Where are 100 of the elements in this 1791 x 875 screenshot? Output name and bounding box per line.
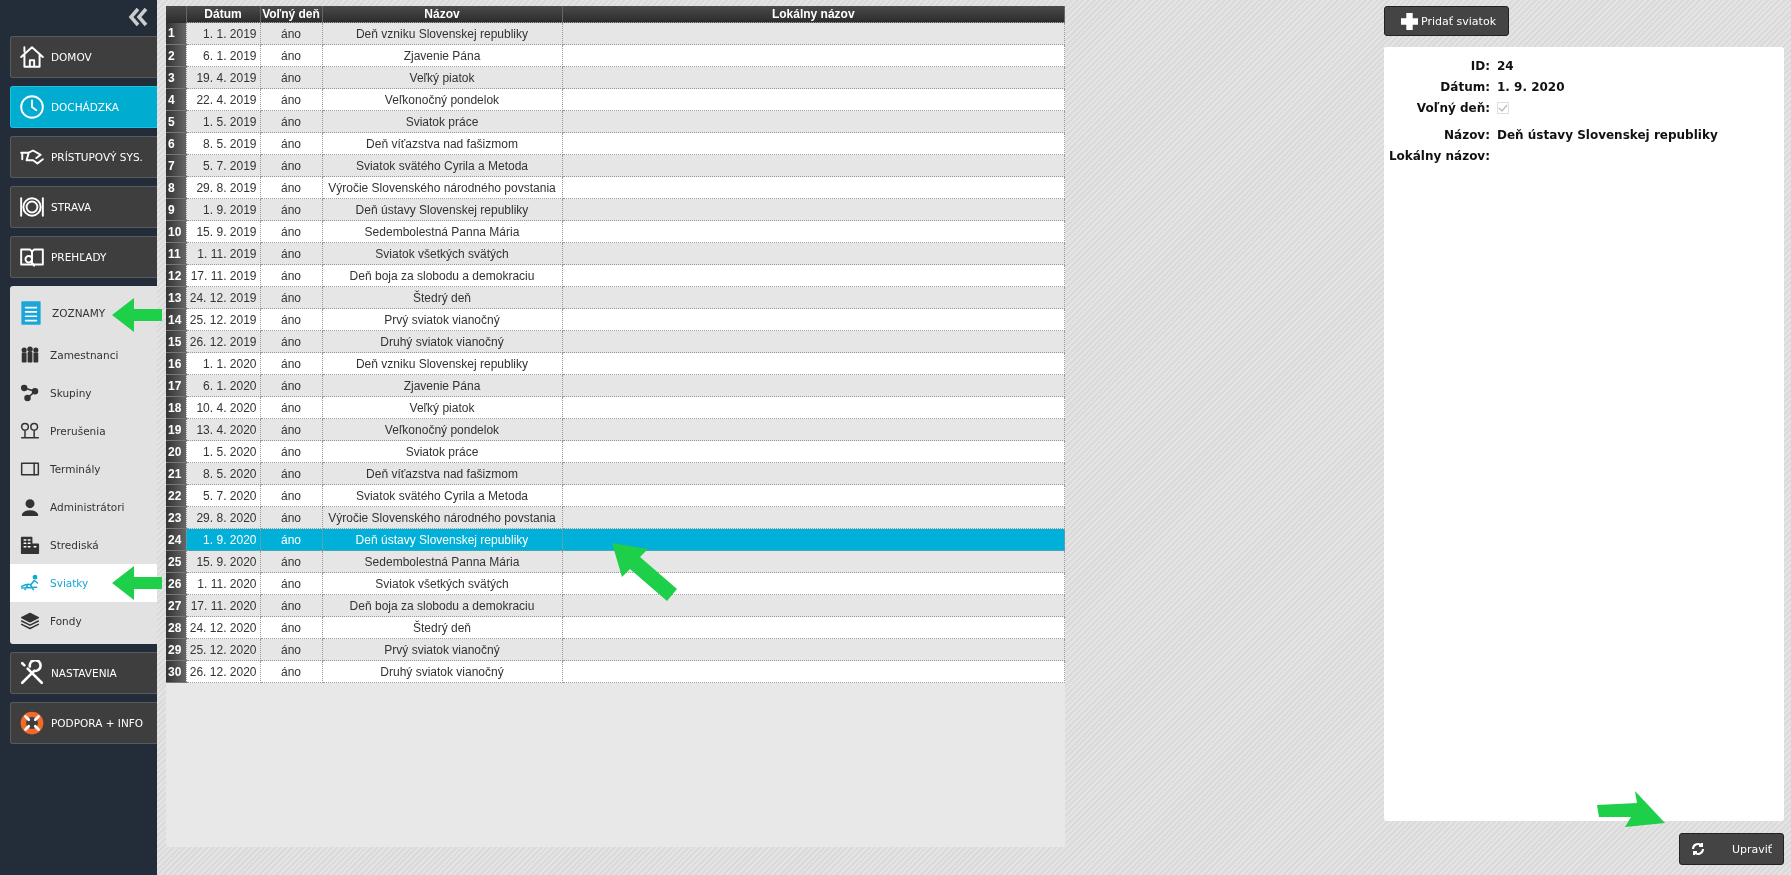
- column-header[interactable]: Názov: [322, 6, 562, 23]
- menu-item[interactable]: PODPORA + INFO: [10, 702, 157, 744]
- submenu-item[interactable]: Administrátori: [10, 488, 157, 526]
- table-cell[interactable]: Výročie Slovenského národného povstania: [322, 506, 562, 529]
- menu-item[interactable]: PRÍSTUPOVÝ SYS.: [10, 136, 157, 178]
- table-cell[interactable]: 6. 1. 2020: [186, 374, 260, 397]
- submenu-item[interactable]: Strediská: [10, 526, 157, 564]
- table-cell[interactable]: Veľkonočný pondelok: [322, 88, 562, 111]
- menu-item[interactable]: PREHĽADY: [10, 236, 157, 278]
- table-cell[interactable]: 15. 9. 2019: [186, 220, 260, 243]
- row-number: 13: [166, 286, 186, 309]
- plus-icon: [1401, 12, 1418, 30]
- submenu-item[interactable]: Fondy: [10, 602, 157, 640]
- table-cell[interactable]: 15. 9. 2020: [186, 550, 260, 573]
- column-header[interactable]: Dátum: [186, 6, 260, 23]
- table-cell[interactable]: 29. 8. 2019: [186, 176, 260, 199]
- plate-icon: [19, 194, 45, 220]
- table-cell[interactable]: 22. 4. 2019: [186, 88, 260, 111]
- table-cell[interactable]: 25. 12. 2019: [186, 308, 260, 331]
- table-cell[interactable]: 1. 11. 2020: [186, 572, 260, 595]
- table-cell[interactable]: Veľký piatok: [322, 396, 562, 419]
- table-cell[interactable]: Sviatok svätého Cyrila a Metoda: [322, 484, 562, 507]
- table-cell[interactable]: Výročie Slovenského národného povstania: [322, 176, 562, 199]
- menu-item[interactable]: NASTAVENIA: [10, 652, 157, 694]
- table-cell[interactable]: 13. 4. 2020: [186, 418, 260, 441]
- table-cell[interactable]: 6. 1. 2019: [186, 44, 260, 67]
- row-number: 8: [166, 176, 186, 199]
- table-cell[interactable]: Deň víťazstva nad fašizmom: [322, 462, 562, 485]
- table-cell[interactable]: 26. 12. 2020: [186, 660, 260, 683]
- table-cell[interactable]: 17. 11. 2020: [186, 594, 260, 617]
- table-cell[interactable]: Deň ústavy Slovenskej republiky: [322, 198, 562, 221]
- clock-icon: [19, 94, 45, 120]
- table-cell[interactable]: Veľkonočný pondelok: [322, 418, 562, 441]
- table-cell[interactable]: 1. 11. 2019: [186, 242, 260, 265]
- row-number: 24: [166, 528, 186, 551]
- table-cell[interactable]: Druhý sviatok vianočný: [322, 660, 562, 683]
- table-cell[interactable]: 5. 7. 2020: [186, 484, 260, 507]
- table-cell[interactable]: 1. 5. 2020: [186, 440, 260, 463]
- table-cell[interactable]: Prvý sviatok vianočný: [322, 638, 562, 661]
- table-cell[interactable]: Deň boja za slobodu a demokraciu: [322, 594, 562, 617]
- table-cell[interactable]: 29. 8. 2020: [186, 506, 260, 529]
- table-cell[interactable]: Druhý sviatok vianočný: [322, 330, 562, 353]
- table-cell[interactable]: Sviatok všetkých svätých: [322, 242, 562, 265]
- menu-group-header[interactable]: ZOZNAMY: [10, 290, 110, 336]
- table-cell[interactable]: Sedembolestná Panna Mária: [322, 550, 562, 573]
- row-number: 25: [166, 550, 186, 573]
- building-icon: [20, 535, 40, 555]
- table-cell[interactable]: 1. 9. 2019: [186, 198, 260, 221]
- add-holiday-button[interactable]: Pridať sviatok: [1384, 6, 1509, 36]
- table-cell[interactable]: Sedembolestná Panna Mária: [322, 220, 562, 243]
- row-number: 11: [166, 242, 186, 265]
- table-cell[interactable]: 1. 5. 2019: [186, 110, 260, 133]
- table-cell[interactable]: 5. 7. 2019: [186, 154, 260, 177]
- table-cell[interactable]: Zjavenie Pána: [322, 374, 562, 397]
- table-cell[interactable]: Deň boja za slobodu a demokraciu: [322, 264, 562, 287]
- field-label: ID:: [1469, 58, 1490, 75]
- collapse-button[interactable]: [127, 6, 149, 28]
- table-cell[interactable]: 1. 1. 2020: [186, 352, 260, 375]
- field-value: 24: [1497, 58, 1515, 75]
- row-number: 16: [166, 352, 186, 375]
- column-header[interactable]: Lokálny názov: [562, 6, 1065, 23]
- refresh-icon: [1690, 841, 1706, 857]
- menu-item[interactable]: STRAVA: [10, 186, 157, 228]
- table-cell[interactable]: Deň vzniku Slovenskej republiky: [322, 352, 562, 375]
- menu-item[interactable]: DOMOV: [10, 36, 157, 78]
- table-cell[interactable]: Prvý sviatok vianočný: [322, 308, 562, 331]
- row-number: 6: [166, 132, 186, 155]
- table-cell[interactable]: Štedrý deň: [322, 286, 562, 309]
- table-cell[interactable]: Sviatok práce: [322, 440, 562, 463]
- table-cell[interactable]: Sviatok všetkých svätých: [322, 572, 562, 595]
- table-cell[interactable]: 25. 12. 2020: [186, 638, 260, 661]
- edit-button[interactable]: Upraviť: [1679, 833, 1784, 865]
- table-cell[interactable]: Veľký piatok: [322, 66, 562, 89]
- row-number: 10: [166, 220, 186, 243]
- submenu-item[interactable]: Zamestnanci: [10, 336, 157, 374]
- table-cell[interactable]: Deň víťazstva nad fašizmom: [322, 132, 562, 155]
- submenu-item[interactable]: Terminály: [10, 450, 157, 488]
- table-cell[interactable]: 8. 5. 2020: [186, 462, 260, 485]
- submenu-item[interactable]: Skupiny: [10, 374, 157, 412]
- table-cell[interactable]: 24. 12. 2019: [186, 286, 260, 309]
- table-cell[interactable]: 10. 4. 2020: [186, 396, 260, 419]
- table-cell[interactable]: Štedrý deň: [322, 616, 562, 639]
- row-number: 21: [166, 462, 186, 485]
- annotation-arrow: [112, 566, 162, 600]
- table-cell[interactable]: Sviatok svätého Cyrila a Metoda: [322, 154, 562, 177]
- table-cell[interactable]: 26. 12. 2019: [186, 330, 260, 353]
- submenu-item[interactable]: Prerušenia: [10, 412, 157, 450]
- monitor-icon: [20, 459, 40, 479]
- row-number: 12: [166, 264, 186, 287]
- row-number: 3: [166, 66, 186, 89]
- table-cell[interactable]: 1. 1. 2019: [186, 22, 260, 45]
- column-header[interactable]: Voľný deň: [260, 6, 322, 23]
- table-cell[interactable]: 17. 11. 2019: [186, 264, 260, 287]
- table-cell[interactable]: 24. 12. 2020: [186, 616, 260, 639]
- table-cell[interactable]: 8. 5. 2019: [186, 132, 260, 155]
- table-cell[interactable]: 19. 4. 2019: [186, 66, 260, 89]
- table-cell[interactable]: Zjavenie Pána: [322, 44, 562, 67]
- table-cell[interactable]: Deň vzniku Slovenskej republiky: [322, 22, 562, 45]
- table-cell[interactable]: Sviatok práce: [322, 110, 562, 133]
- field-value: Deň ústavy Slovenskej republiky: [1497, 127, 1719, 144]
